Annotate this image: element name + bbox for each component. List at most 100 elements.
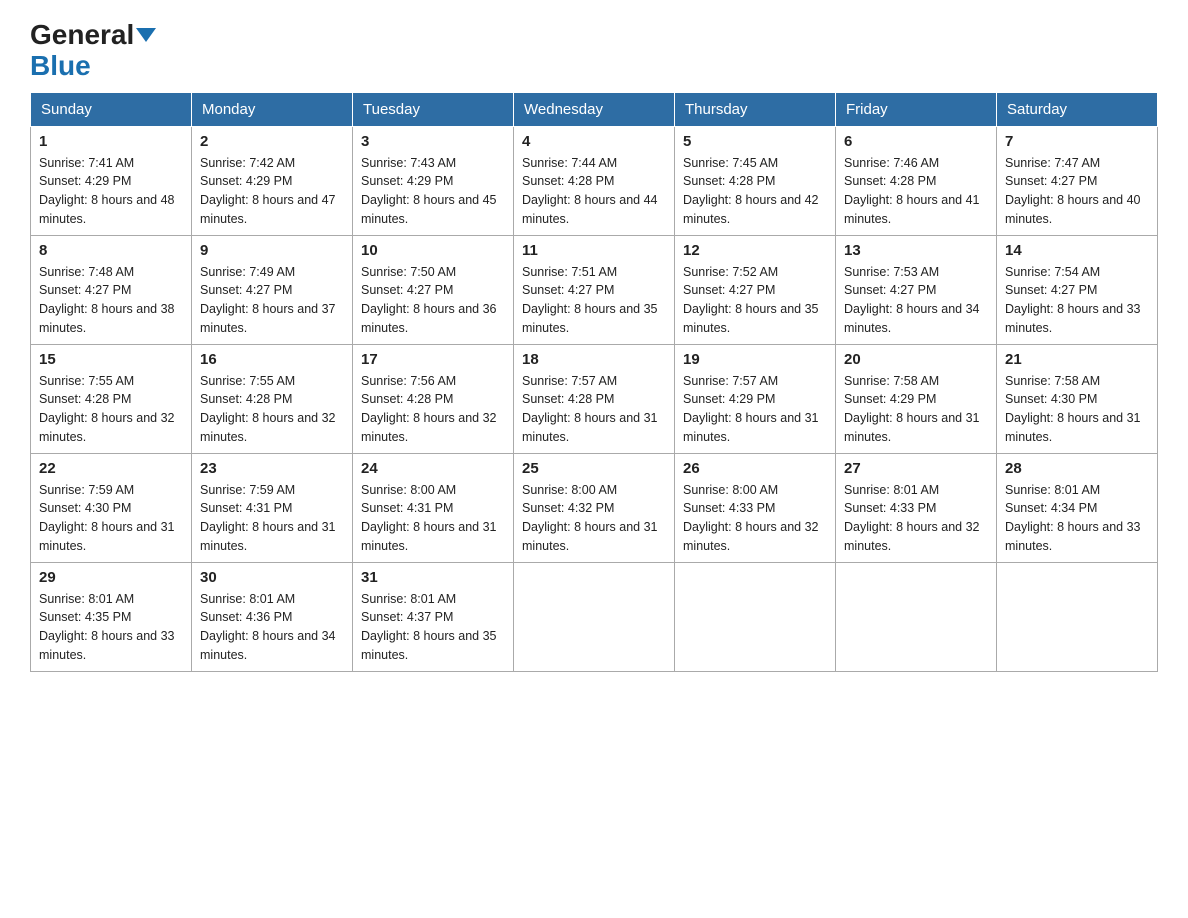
calendar-day-cell: 12 Sunrise: 7:52 AM Sunset: 4:27 PM Dayl… (675, 235, 836, 344)
calendar-day-cell: 4 Sunrise: 7:44 AM Sunset: 4:28 PM Dayli… (514, 126, 675, 235)
weekday-header-saturday: Saturday (997, 92, 1158, 126)
day-number: 23 (200, 460, 344, 477)
day-number: 17 (361, 351, 505, 368)
page-header: General Blue (30, 20, 1158, 82)
empty-day-cell (836, 562, 997, 671)
weekday-header-sunday: Sunday (31, 92, 192, 126)
day-info: Sunrise: 7:50 AM Sunset: 4:27 PM Dayligh… (361, 263, 505, 338)
weekday-header-wednesday: Wednesday (514, 92, 675, 126)
calendar-day-cell: 13 Sunrise: 7:53 AM Sunset: 4:27 PM Dayl… (836, 235, 997, 344)
day-number: 25 (522, 460, 666, 477)
day-number: 7 (1005, 133, 1149, 150)
day-number: 19 (683, 351, 827, 368)
day-number: 24 (361, 460, 505, 477)
day-info: Sunrise: 7:54 AM Sunset: 4:27 PM Dayligh… (1005, 263, 1149, 338)
day-number: 11 (522, 242, 666, 259)
day-info: Sunrise: 7:53 AM Sunset: 4:27 PM Dayligh… (844, 263, 988, 338)
calendar-week-row: 15 Sunrise: 7:55 AM Sunset: 4:28 PM Dayl… (31, 344, 1158, 453)
day-info: Sunrise: 7:59 AM Sunset: 4:31 PM Dayligh… (200, 481, 344, 556)
empty-day-cell (997, 562, 1158, 671)
day-number: 31 (361, 569, 505, 586)
day-info: Sunrise: 8:00 AM Sunset: 4:31 PM Dayligh… (361, 481, 505, 556)
calendar-day-cell: 23 Sunrise: 7:59 AM Sunset: 4:31 PM Dayl… (192, 453, 353, 562)
day-info: Sunrise: 7:45 AM Sunset: 4:28 PM Dayligh… (683, 154, 827, 229)
day-info: Sunrise: 7:48 AM Sunset: 4:27 PM Dayligh… (39, 263, 183, 338)
day-info: Sunrise: 7:57 AM Sunset: 4:29 PM Dayligh… (683, 372, 827, 447)
calendar-table: SundayMondayTuesdayWednesdayThursdayFrid… (30, 92, 1158, 672)
calendar-day-cell: 5 Sunrise: 7:45 AM Sunset: 4:28 PM Dayli… (675, 126, 836, 235)
calendar-day-cell: 28 Sunrise: 8:01 AM Sunset: 4:34 PM Dayl… (997, 453, 1158, 562)
day-info: Sunrise: 8:00 AM Sunset: 4:33 PM Dayligh… (683, 481, 827, 556)
day-info: Sunrise: 7:59 AM Sunset: 4:30 PM Dayligh… (39, 481, 183, 556)
calendar-day-cell: 15 Sunrise: 7:55 AM Sunset: 4:28 PM Dayl… (31, 344, 192, 453)
day-info: Sunrise: 8:01 AM Sunset: 4:36 PM Dayligh… (200, 590, 344, 665)
day-info: Sunrise: 7:58 AM Sunset: 4:30 PM Dayligh… (1005, 372, 1149, 447)
calendar-day-cell: 11 Sunrise: 7:51 AM Sunset: 4:27 PM Dayl… (514, 235, 675, 344)
calendar-day-cell: 29 Sunrise: 8:01 AM Sunset: 4:35 PM Dayl… (31, 562, 192, 671)
calendar-day-cell: 19 Sunrise: 7:57 AM Sunset: 4:29 PM Dayl… (675, 344, 836, 453)
day-info: Sunrise: 7:57 AM Sunset: 4:28 PM Dayligh… (522, 372, 666, 447)
day-info: Sunrise: 7:56 AM Sunset: 4:28 PM Dayligh… (361, 372, 505, 447)
day-number: 9 (200, 242, 344, 259)
day-info: Sunrise: 8:01 AM Sunset: 4:37 PM Dayligh… (361, 590, 505, 665)
calendar-day-cell: 25 Sunrise: 8:00 AM Sunset: 4:32 PM Dayl… (514, 453, 675, 562)
day-number: 14 (1005, 242, 1149, 259)
weekday-header-monday: Monday (192, 92, 353, 126)
calendar-day-cell: 9 Sunrise: 7:49 AM Sunset: 4:27 PM Dayli… (192, 235, 353, 344)
logo-triangle-icon (136, 28, 156, 42)
day-info: Sunrise: 8:00 AM Sunset: 4:32 PM Dayligh… (522, 481, 666, 556)
calendar-day-cell: 17 Sunrise: 7:56 AM Sunset: 4:28 PM Dayl… (353, 344, 514, 453)
logo-text-general: General (30, 20, 134, 51)
day-info: Sunrise: 7:52 AM Sunset: 4:27 PM Dayligh… (683, 263, 827, 338)
empty-day-cell (514, 562, 675, 671)
day-info: Sunrise: 7:51 AM Sunset: 4:27 PM Dayligh… (522, 263, 666, 338)
calendar-day-cell: 3 Sunrise: 7:43 AM Sunset: 4:29 PM Dayli… (353, 126, 514, 235)
weekday-header-friday: Friday (836, 92, 997, 126)
day-info: Sunrise: 7:55 AM Sunset: 4:28 PM Dayligh… (39, 372, 183, 447)
day-number: 28 (1005, 460, 1149, 477)
day-number: 4 (522, 133, 666, 150)
day-number: 30 (200, 569, 344, 586)
weekday-header-thursday: Thursday (675, 92, 836, 126)
calendar-day-cell: 6 Sunrise: 7:46 AM Sunset: 4:28 PM Dayli… (836, 126, 997, 235)
calendar-day-cell: 2 Sunrise: 7:42 AM Sunset: 4:29 PM Dayli… (192, 126, 353, 235)
weekday-header-tuesday: Tuesday (353, 92, 514, 126)
day-info: Sunrise: 7:47 AM Sunset: 4:27 PM Dayligh… (1005, 154, 1149, 229)
day-number: 1 (39, 133, 183, 150)
day-number: 12 (683, 242, 827, 259)
day-info: Sunrise: 8:01 AM Sunset: 4:35 PM Dayligh… (39, 590, 183, 665)
calendar-day-cell: 1 Sunrise: 7:41 AM Sunset: 4:29 PM Dayli… (31, 126, 192, 235)
day-info: Sunrise: 7:42 AM Sunset: 4:29 PM Dayligh… (200, 154, 344, 229)
day-number: 3 (361, 133, 505, 150)
calendar-day-cell: 27 Sunrise: 8:01 AM Sunset: 4:33 PM Dayl… (836, 453, 997, 562)
calendar-day-cell: 7 Sunrise: 7:47 AM Sunset: 4:27 PM Dayli… (997, 126, 1158, 235)
calendar-week-row: 29 Sunrise: 8:01 AM Sunset: 4:35 PM Dayl… (31, 562, 1158, 671)
day-info: Sunrise: 7:55 AM Sunset: 4:28 PM Dayligh… (200, 372, 344, 447)
calendar-day-cell: 18 Sunrise: 7:57 AM Sunset: 4:28 PM Dayl… (514, 344, 675, 453)
day-number: 21 (1005, 351, 1149, 368)
calendar-day-cell: 14 Sunrise: 7:54 AM Sunset: 4:27 PM Dayl… (997, 235, 1158, 344)
day-number: 18 (522, 351, 666, 368)
calendar-day-cell: 24 Sunrise: 8:00 AM Sunset: 4:31 PM Dayl… (353, 453, 514, 562)
day-number: 5 (683, 133, 827, 150)
day-number: 27 (844, 460, 988, 477)
day-number: 6 (844, 133, 988, 150)
logo-text-blue: Blue (30, 51, 156, 82)
calendar-day-cell: 8 Sunrise: 7:48 AM Sunset: 4:27 PM Dayli… (31, 235, 192, 344)
logo: General Blue (30, 20, 156, 82)
day-number: 13 (844, 242, 988, 259)
day-info: Sunrise: 7:49 AM Sunset: 4:27 PM Dayligh… (200, 263, 344, 338)
calendar-day-cell: 20 Sunrise: 7:58 AM Sunset: 4:29 PM Dayl… (836, 344, 997, 453)
day-info: Sunrise: 7:41 AM Sunset: 4:29 PM Dayligh… (39, 154, 183, 229)
day-number: 10 (361, 242, 505, 259)
calendar-day-cell: 16 Sunrise: 7:55 AM Sunset: 4:28 PM Dayl… (192, 344, 353, 453)
calendar-week-row: 8 Sunrise: 7:48 AM Sunset: 4:27 PM Dayli… (31, 235, 1158, 344)
calendar-day-cell: 31 Sunrise: 8:01 AM Sunset: 4:37 PM Dayl… (353, 562, 514, 671)
day-info: Sunrise: 7:46 AM Sunset: 4:28 PM Dayligh… (844, 154, 988, 229)
day-info: Sunrise: 7:43 AM Sunset: 4:29 PM Dayligh… (361, 154, 505, 229)
calendar-week-row: 22 Sunrise: 7:59 AM Sunset: 4:30 PM Dayl… (31, 453, 1158, 562)
empty-day-cell (675, 562, 836, 671)
day-number: 15 (39, 351, 183, 368)
calendar-week-row: 1 Sunrise: 7:41 AM Sunset: 4:29 PM Dayli… (31, 126, 1158, 235)
calendar-day-cell: 10 Sunrise: 7:50 AM Sunset: 4:27 PM Dayl… (353, 235, 514, 344)
